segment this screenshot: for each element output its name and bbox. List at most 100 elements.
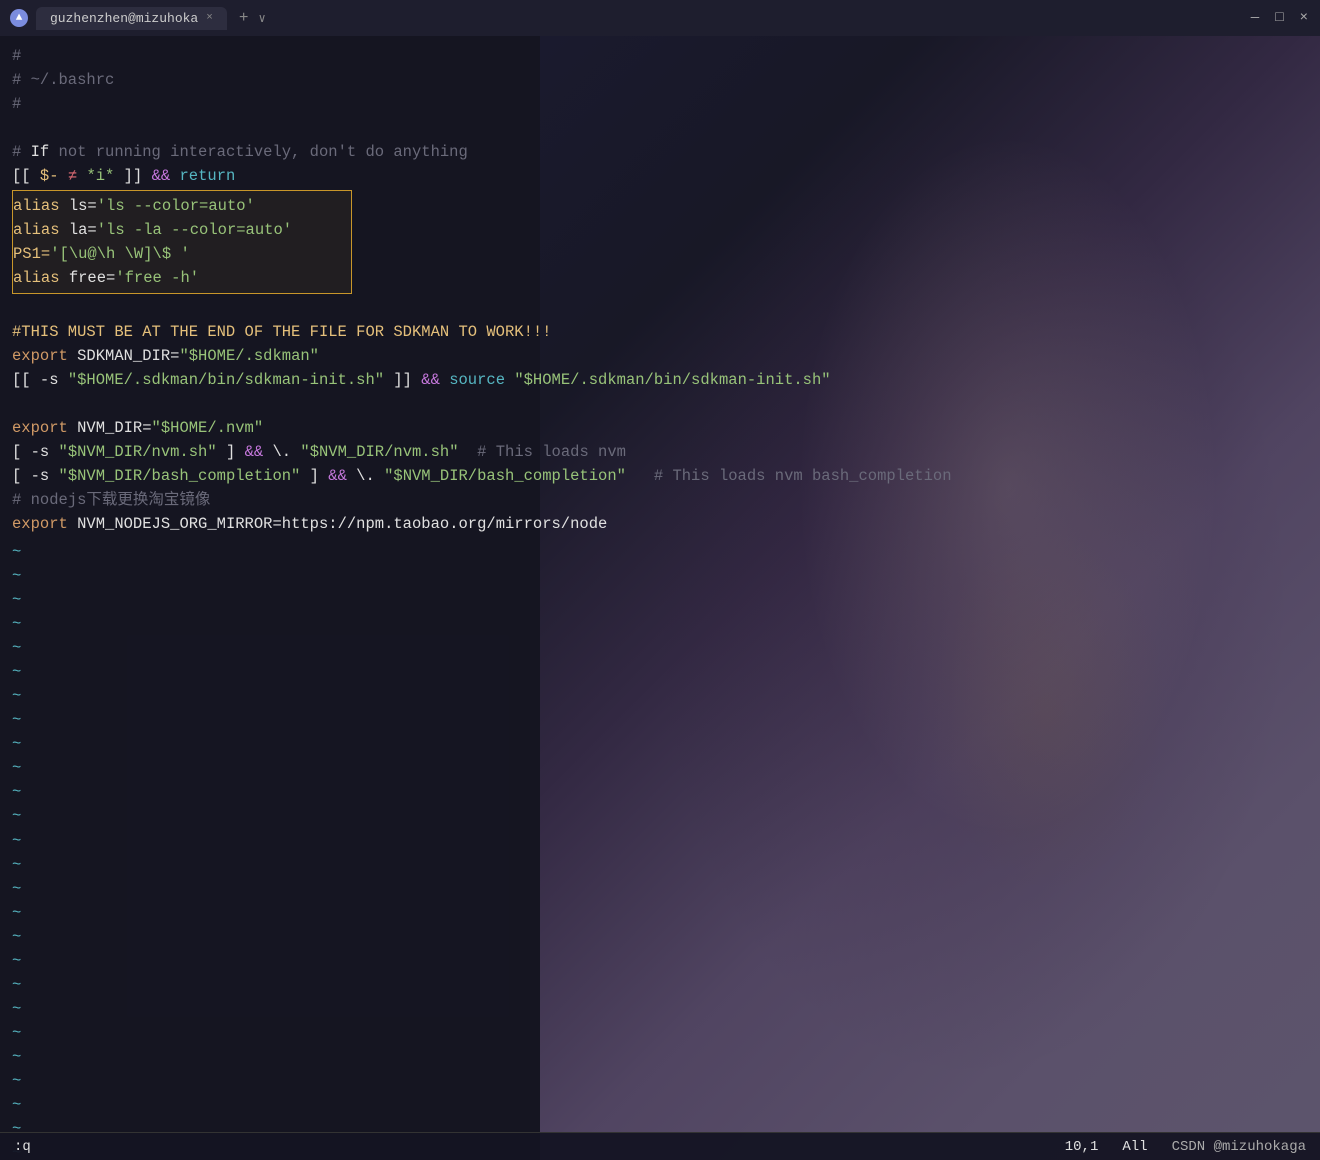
alias-kw3: alias <box>13 266 69 290</box>
export-sdkman: export SDKMAN_DIR="$HOME/.sdkman" <box>12 344 1308 368</box>
code-line-blank <box>12 116 1308 140</box>
neq: ≠ <box>68 164 77 188</box>
alias-kw: alias <box>13 194 69 218</box>
nodejs-comment: # nodejs下载更换淘宝镜像 <box>12 488 1308 512</box>
bracket: [[ <box>12 164 40 188</box>
alias-name1: ls= <box>69 194 97 218</box>
vim-command: :q <box>14 1139 31 1155</box>
pattern: *i* <box>86 164 114 188</box>
tilde-7: ~ <box>12 684 1308 708</box>
code-text: # <box>12 92 21 116</box>
selection-region: alias ls='ls --color=auto' alias la='ls … <box>12 190 352 294</box>
nvm-val: "$HOME/.nvm" <box>152 416 264 440</box>
cursor-position: 10,1 <box>1065 1139 1099 1155</box>
blank-line <box>12 296 1308 320</box>
ps1-var: PS1= <box>13 242 50 266</box>
nodejs-comment-text: # nodejs下载更换淘宝镜像 <box>12 488 210 512</box>
code-comment-rest: not running interactively, don't do anyt… <box>49 140 468 164</box>
code-comment: # <box>12 140 31 164</box>
command-text: :q <box>14 1139 31 1155</box>
titlebar: ▲ guzhenzhen@mizuhoka × + ∨ — □ × <box>0 0 1320 36</box>
code-content: # # ~/.bashrc # # If not running interac… <box>0 36 1320 1160</box>
tilde-22: ~ <box>12 1045 1308 1069</box>
nvm-comment2: # This loads nvm bash_completion <box>626 464 952 488</box>
bracket4: ]] <box>384 368 421 392</box>
sdkman-comment: #THIS MUST BE AT THE END OF THE FILE FOR… <box>12 320 1308 344</box>
view-all: All <box>1122 1139 1147 1155</box>
tilde-9: ~ <box>12 732 1308 756</box>
tilde-24: ~ <box>12 1093 1308 1117</box>
bracket8: ] <box>300 464 328 488</box>
tilde-3: ~ <box>12 588 1308 612</box>
blank2 <box>12 392 1308 416</box>
source-val: "$HOME/.sdkman/bin/sdkman-init.sh" <box>505 368 831 392</box>
brand-text: CSDN @mizuhokaga <box>1172 1139 1306 1155</box>
tilde-4: ~ <box>12 612 1308 636</box>
sdkman-source-line: [[ -s "$HOME/.sdkman/bin/sdkman-init.sh"… <box>12 368 1308 392</box>
terminal-area: # # ~/.bashrc # # If not running interac… <box>0 36 1320 1160</box>
close-window-button[interactable]: × <box>1300 10 1308 26</box>
tilde-14: ~ <box>12 853 1308 877</box>
nvm-sh-val: "$NVM_DIR/nvm.sh" <box>300 440 458 464</box>
alias-name3: free= <box>69 266 116 290</box>
app-icon: ▲ <box>10 9 28 27</box>
tilde-6: ~ <box>12 660 1308 684</box>
nvm-completion-line: [ -s "$NVM_DIR/bash_completion" ] && \. … <box>12 464 1308 488</box>
alias-kw2: alias <box>13 218 69 242</box>
minimize-button[interactable]: — <box>1251 10 1259 26</box>
alias-line-3: alias free='free -h' <box>13 266 343 290</box>
tilde-15: ~ <box>12 877 1308 901</box>
and2: && <box>421 368 440 392</box>
bracket2: ]] <box>114 164 151 188</box>
export-kw3: export <box>12 512 77 536</box>
alias-val3: 'free -h' <box>115 266 199 290</box>
tilde-region: ~ ~ ~ ~ ~ ~ ~ ~ ~ ~ ~ ~ ~ ~ ~ ~ ~ ~ ~ ~ … <box>12 540 1308 1160</box>
tilde-8: ~ <box>12 708 1308 732</box>
bs2: \. <box>347 464 384 488</box>
and-op: && <box>152 164 171 188</box>
tilde-10: ~ <box>12 756 1308 780</box>
maximize-button[interactable]: □ <box>1275 10 1283 26</box>
tilde-5: ~ <box>12 636 1308 660</box>
mirror-val: https://npm.taobao.org/mirrors/node <box>282 512 608 536</box>
bracket3: [[ -s <box>12 368 68 392</box>
status-right-group: 10,1 All CSDN @mizuhokaga <box>1065 1139 1306 1155</box>
tilde-13: ~ <box>12 829 1308 853</box>
tilde-2: ~ <box>12 564 1308 588</box>
alias-val2: 'ls -la --color=auto' <box>97 218 292 242</box>
space <box>59 164 68 188</box>
nvm-var: NVM_DIR= <box>77 416 151 440</box>
ps1-val: '[\u@\h \W]\$ ' <box>50 242 190 266</box>
tilde-1: ~ <box>12 540 1308 564</box>
tab-title: guzhenzhen@mizuhoka <box>50 11 198 26</box>
new-tab-button[interactable]: + <box>239 9 249 27</box>
tab-dropdown-icon[interactable]: ∨ <box>258 11 265 26</box>
tab-main[interactable]: guzhenzhen@mizuhoka × <box>36 7 227 30</box>
tilde-20: ~ <box>12 997 1308 1021</box>
bracket5: [ -s <box>12 440 59 464</box>
window-controls: — □ × <box>1251 10 1308 26</box>
nvm-bc-path: "$NVM_DIR/bash_completion" <box>59 464 301 488</box>
code-text: # ~/.bashrc <box>12 68 114 92</box>
code-text: # <box>12 44 21 68</box>
ps1-line: PS1='[\u@\h \W]\$ ' <box>13 242 343 266</box>
nvm-sh-line: [ -s "$NVM_DIR/nvm.sh" ] && \. "$NVM_DIR… <box>12 440 1308 464</box>
sdkman-val: "$HOME/.sdkman" <box>179 344 319 368</box>
and3: && <box>245 440 264 464</box>
if-keyword: If <box>31 140 50 164</box>
var-dollar: $- <box>40 164 59 188</box>
sdkman-comment-text: #THIS MUST BE AT THE END OF THE FILE FOR… <box>12 320 552 344</box>
tilde-11: ~ <box>12 780 1308 804</box>
tilde-18: ~ <box>12 949 1308 973</box>
tab-close-icon[interactable]: × <box>206 12 213 24</box>
space2 <box>77 164 86 188</box>
alias-line-2: alias la='ls -la --color=auto' <box>13 218 343 242</box>
alias-line-1: alias ls='ls --color=auto' <box>13 194 343 218</box>
tilde-16: ~ <box>12 901 1308 925</box>
tilde-12: ~ <box>12 804 1308 828</box>
return-kw: return <box>170 164 235 188</box>
export-kw: export <box>12 344 77 368</box>
alias-val1: 'ls --color=auto' <box>97 194 255 218</box>
tilde-21: ~ <box>12 1021 1308 1045</box>
code-line-5: # If not running interactively, don't do… <box>12 140 1308 164</box>
